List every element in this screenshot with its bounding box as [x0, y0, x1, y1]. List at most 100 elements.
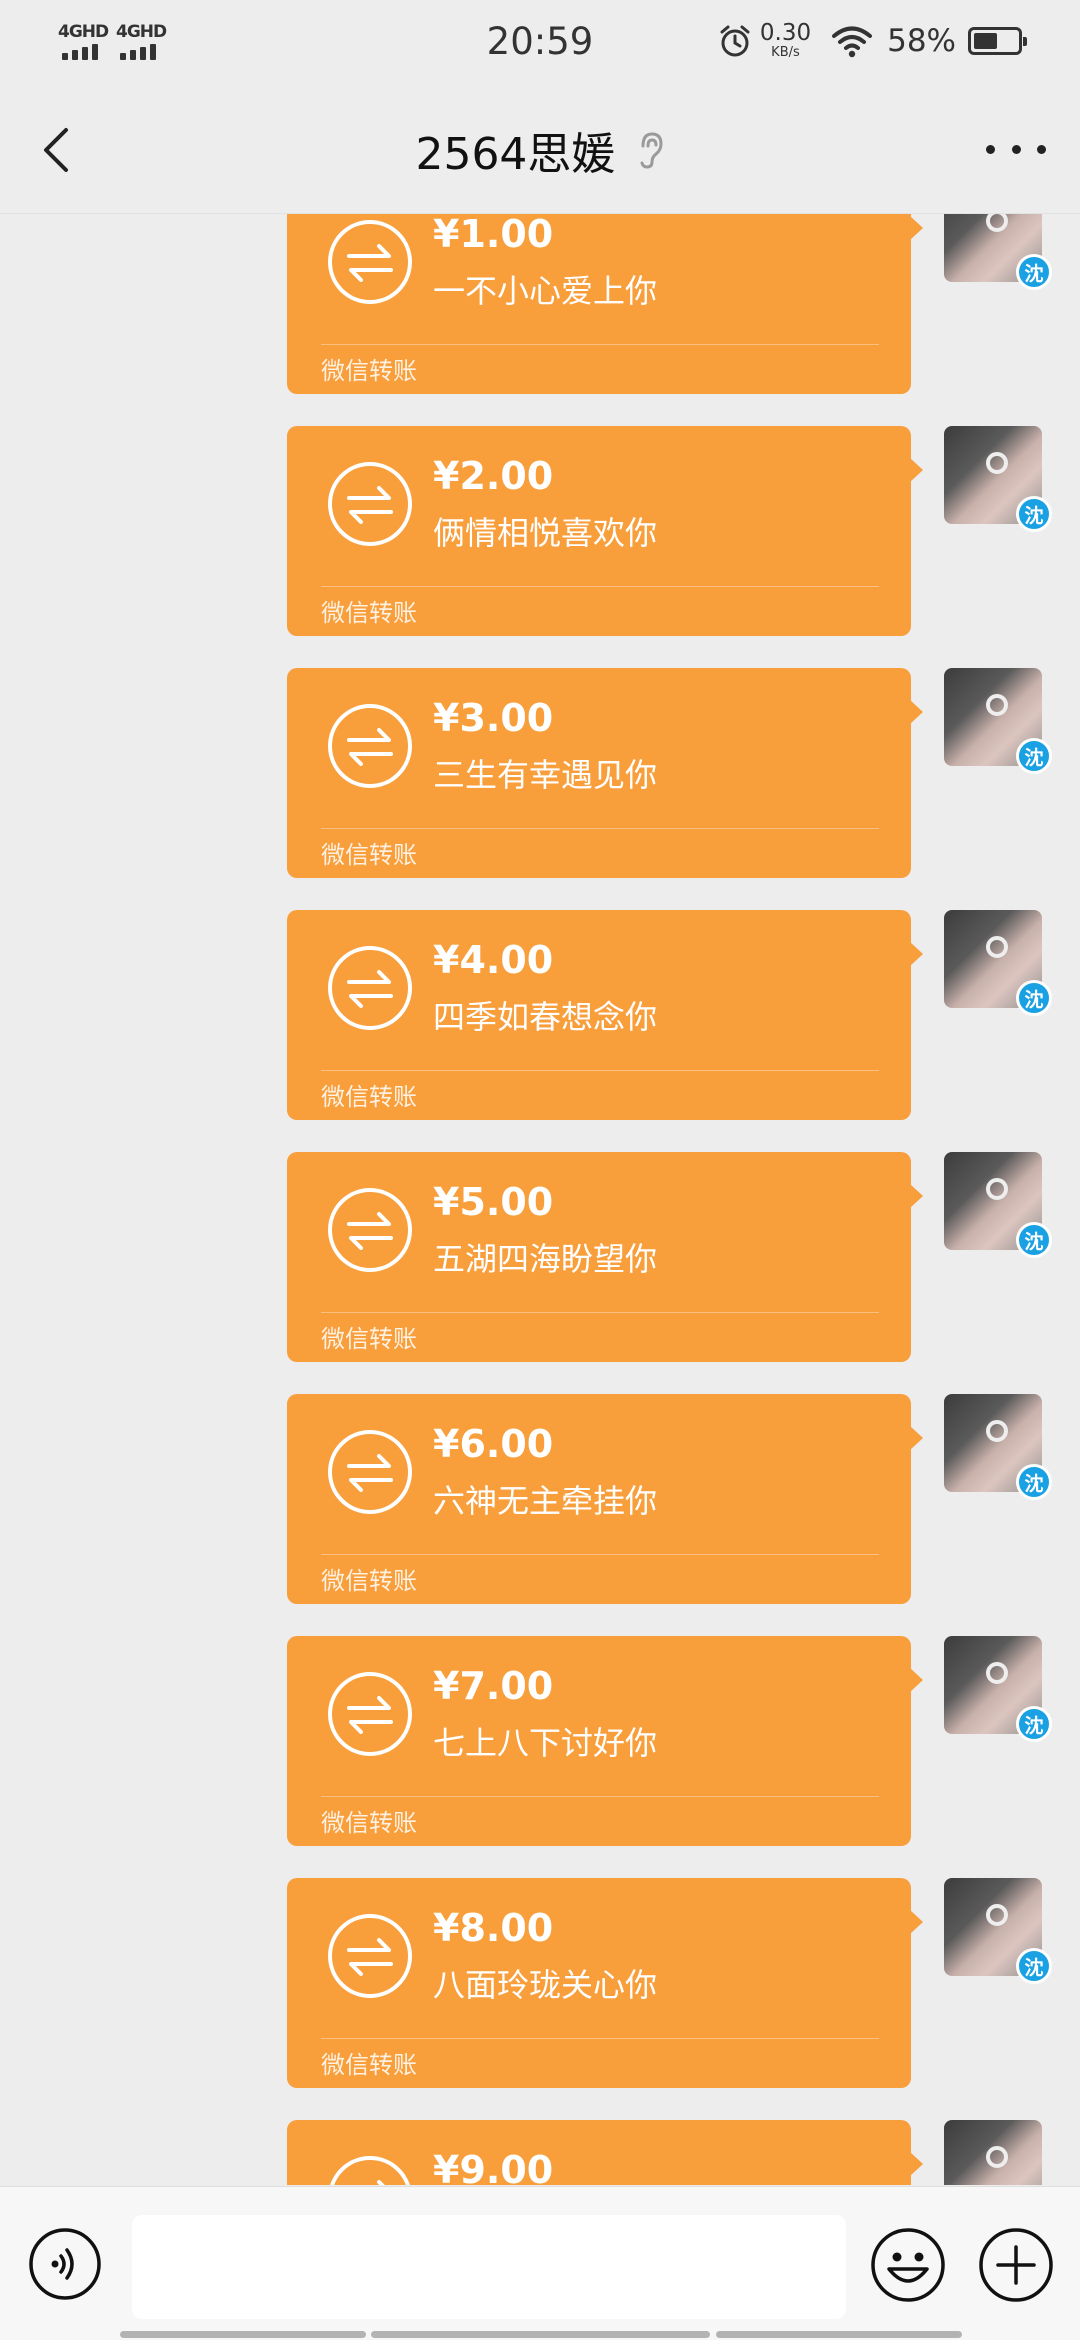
- sender-avatar[interactable]: 沈: [944, 214, 1052, 290]
- transfer-message: ¥2.00 俩情相悦喜欢你 微信转账 沈: [0, 426, 1080, 636]
- avatar-badge: 沈: [1016, 496, 1052, 532]
- bubble-tail: [910, 1910, 923, 1934]
- bubble-divider: [321, 828, 879, 829]
- bubble-tail: [910, 1184, 923, 1208]
- sender-avatar[interactable]: 沈: [944, 1636, 1052, 1742]
- transfer-icon: [328, 1188, 412, 1272]
- sender-avatar[interactable]: 沈: [944, 1394, 1052, 1500]
- transfer-source-label: 微信转账: [321, 2051, 417, 2079]
- avatar-badge: 沈: [1016, 1706, 1052, 1742]
- transfer-amount: ¥7.00: [433, 1664, 554, 1708]
- chat-title[interactable]: 2564思媛: [415, 129, 615, 180]
- transfer-amount: ¥9.00: [433, 2148, 554, 2185]
- transfer-amount: ¥6.00: [433, 1422, 554, 1466]
- transfer-amount: ¥8.00: [433, 1906, 554, 1950]
- transfer-note: 五湖四海盼望你: [433, 1240, 658, 1278]
- avatar-badge: 沈: [1016, 254, 1052, 290]
- status-right-group: 0.30 KB/s 58%: [718, 20, 1027, 60]
- avatar-badge: 沈: [1016, 1222, 1052, 1258]
- emoji-button[interactable]: [870, 2227, 946, 2303]
- ring-icon: [986, 936, 1008, 958]
- chat-title-wrap: 2564思媛: [0, 118, 1080, 182]
- transfer-icon: [328, 1672, 412, 1756]
- avatar-badge: 沈: [1016, 980, 1052, 1016]
- status-bar: 4GHD 4GHD 20:59 0.30 KB/s 58%: [0, 0, 1080, 86]
- avatar-badge: 沈: [1016, 1464, 1052, 1500]
- transfer-icon: [328, 462, 412, 546]
- voice-input-button[interactable]: [28, 2227, 102, 2301]
- bubble-divider: [321, 1796, 879, 1797]
- transfer-message: ¥7.00 七上八下讨好你 微信转账 沈: [0, 1636, 1080, 1846]
- network-speed: 0.30 KB/s: [759, 20, 812, 60]
- transfer-note: 八面玲珑关心你: [433, 1966, 658, 2004]
- transfer-message: ¥9.00: [0, 2120, 1080, 2185]
- transfer-icon: [328, 1914, 412, 1998]
- battery-percentage: 58%: [887, 22, 956, 59]
- transfer-bubble[interactable]: ¥9.00: [287, 2120, 923, 2185]
- dot-icon: [986, 144, 995, 154]
- network-speed-unit: KB/s: [771, 45, 800, 60]
- sender-avatar[interactable]: 沈: [944, 668, 1052, 774]
- bubble-divider: [321, 1554, 879, 1555]
- transfer-source-label: 微信转账: [321, 1083, 417, 1111]
- chat-message-list[interactable]: ¥1.00 一不小心爱上你 微信转账 沈 ¥2.00 俩情相悦喜欢你 微信转账 …: [0, 213, 1080, 2185]
- bubble-divider: [321, 1070, 879, 1071]
- avatar-badge: 沈: [1016, 1948, 1052, 1984]
- transfer-bubble[interactable]: ¥2.00 俩情相悦喜欢你 微信转账: [287, 426, 923, 636]
- ring-icon: [986, 1178, 1008, 1200]
- transfer-message: ¥1.00 一不小心爱上你 微信转账 沈: [0, 214, 1080, 394]
- message-input[interactable]: [132, 2215, 846, 2319]
- transfer-icon: [330, 2156, 410, 2185]
- transfer-icon: [328, 946, 412, 1030]
- transfer-bubble[interactable]: ¥6.00 六神无主牵挂你 微信转账: [287, 1394, 923, 1604]
- ring-icon: [986, 694, 1008, 716]
- ring-icon: [986, 1420, 1008, 1442]
- transfer-note: 一不小心爱上你: [433, 272, 658, 310]
- sender-avatar[interactable]: 沈: [944, 1878, 1052, 1984]
- transfer-bubble[interactable]: ¥3.00 三生有幸遇见你 微信转账: [287, 668, 923, 878]
- transfer-bubble[interactable]: ¥4.00 四季如春想念你 微信转账: [287, 910, 923, 1120]
- dot-icon: [1011, 144, 1021, 154]
- transfer-message: ¥6.00 六神无主牵挂你 微信转账 沈: [0, 1394, 1080, 1604]
- bubble-tail: [910, 700, 923, 724]
- bubble-divider: [321, 586, 879, 587]
- transfer-note: 俩情相悦喜欢你: [433, 514, 658, 552]
- avatar-badge: 沈: [1016, 738, 1052, 774]
- transfer-source-label: 微信转账: [321, 357, 417, 385]
- transfer-note: 六神无主牵挂你: [433, 1482, 658, 1520]
- bubble-divider: [321, 2038, 879, 2039]
- transfer-bubble[interactable]: ¥1.00 一不小心爱上你 微信转账: [287, 214, 923, 394]
- transfer-message: ¥8.00 八面玲珑关心你 微信转账 沈: [0, 1878, 1080, 2088]
- transfer-icon: [328, 1430, 412, 1514]
- network-speed-value: 0.30: [759, 20, 812, 46]
- transfer-icon: [328, 704, 412, 788]
- transfer-message: ¥5.00 五湖四海盼望你 微信转账 沈: [0, 1152, 1080, 1362]
- sender-avatar[interactable]: 沈: [944, 426, 1052, 532]
- transfer-source-label: 微信转账: [321, 1325, 417, 1353]
- transfer-source-label: 微信转账: [321, 841, 417, 869]
- battery-icon: [968, 26, 1027, 55]
- sender-avatar[interactable]: 沈: [944, 1152, 1052, 1258]
- transfer-bubble[interactable]: ¥8.00 八面玲珑关心你 微信转账: [287, 1878, 923, 2088]
- more-actions-plus-button[interactable]: [978, 2227, 1054, 2303]
- transfer-note: 七上八下讨好你: [433, 1724, 658, 1762]
- more-options-button[interactable]: [986, 134, 1046, 164]
- home-indicator-segment: [371, 2331, 710, 2338]
- transfer-note: 四季如春想念你: [433, 998, 658, 1036]
- ring-icon: [986, 214, 1008, 232]
- transfer-bubble[interactable]: ¥5.00 五湖四海盼望你 微信转账: [287, 1152, 923, 1362]
- sender-avatar[interactable]: [944, 2120, 1042, 2185]
- ring-icon: [986, 452, 1008, 474]
- earpiece-mode-icon: [640, 132, 663, 169]
- battery-level: [974, 32, 998, 49]
- transfer-amount: ¥2.00: [433, 454, 554, 498]
- avatar-photo: [944, 2120, 1042, 2185]
- transfer-amount: ¥3.00: [433, 696, 554, 740]
- sender-avatar[interactable]: 沈: [944, 910, 1052, 1016]
- input-bar: [0, 2186, 1080, 2340]
- transfer-bubble[interactable]: ¥7.00 七上八下讨好你 微信转账: [287, 1636, 923, 1846]
- transfer-source-label: 微信转账: [321, 599, 417, 627]
- transfer-message: ¥3.00 三生有幸遇见你 微信转账 沈: [0, 668, 1080, 878]
- ring-icon: [986, 1904, 1008, 1926]
- transfer-source-label: 微信转账: [321, 1567, 417, 1595]
